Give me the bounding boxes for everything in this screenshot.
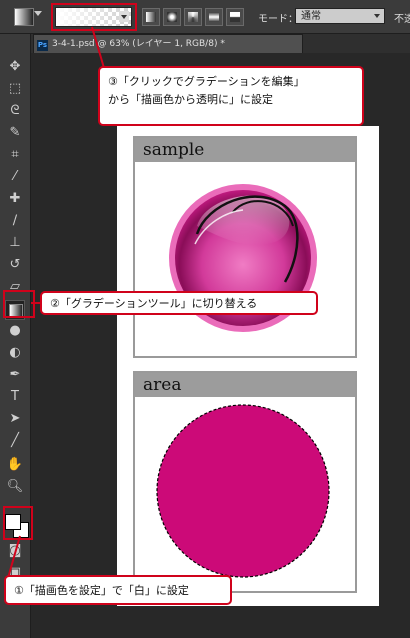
hand-tool-icon[interactable]: ✋	[6, 456, 24, 474]
area-title: area	[135, 373, 355, 397]
mode-select-value: 通常	[301, 11, 321, 22]
reflected-gradient-button[interactable]	[205, 8, 223, 26]
callout-step-3-line1: ③「クリックでグラデーションを編集」	[108, 75, 305, 88]
pen-tool-icon[interactable]: ✒	[6, 366, 24, 384]
foreground-swatch-highlight	[3, 506, 33, 540]
lasso-tool-icon[interactable]: ᘓ	[6, 102, 24, 120]
angle-gradient-icon	[188, 12, 198, 22]
path-selection-tool-icon[interactable]: ➤	[6, 410, 24, 428]
quick-mask-icon[interactable]: ◙	[6, 542, 24, 560]
gradient-picker-highlight	[51, 3, 137, 31]
line-tool-icon[interactable]: ╱	[6, 432, 24, 450]
reflected-gradient-icon	[209, 12, 219, 22]
document-tab[interactable]: Ps 3-4-1.psd @ 63% (レイヤー 1, RGB/8) *	[33, 34, 303, 53]
marquee-tool-icon[interactable]: ⬚	[6, 80, 24, 98]
sample-sphere-illustration	[169, 184, 317, 332]
tool-preset-picker[interactable]	[14, 8, 34, 26]
chevron-down-icon[interactable]	[34, 11, 42, 16]
document-tab-bar: Ps 3-4-1.psd @ 63% (レイヤー 1, RGB/8) *	[31, 34, 410, 53]
area-circle-illustration	[156, 404, 330, 578]
type-tool-icon[interactable]: T	[6, 388, 24, 406]
sample-title: sample	[135, 138, 355, 162]
linear-gradient-icon	[146, 12, 156, 22]
callout-step-3: ③「クリックでグラデーションを編集」 から「描画色から透明に」に設定	[98, 66, 364, 126]
callout-step-2: ②「グラデーションツール」に切り替える	[40, 291, 318, 315]
quick-selection-tool-icon[interactable]: ✎	[6, 124, 24, 142]
move-tool-icon[interactable]: ✥	[6, 58, 24, 76]
blur-tool-icon[interactable]: ●	[6, 322, 24, 340]
selection-circle-fill	[157, 405, 329, 577]
radial-gradient-button[interactable]	[163, 8, 181, 26]
chevron-down-icon	[374, 14, 380, 18]
document-tab-title: 3-4-1.psd @ 63% (レイヤー 1, RGB/8) *	[52, 39, 225, 49]
linear-gradient-button[interactable]	[142, 8, 160, 26]
opacity-label: 不透	[394, 14, 410, 25]
gradient-tool-highlight	[3, 290, 35, 318]
healing-brush-tool-icon[interactable]: ✚	[6, 190, 24, 208]
tools-panel: ✥ ⬚ ᘓ ✎ ⌗ ⁄ ✚ ∕ ⊥ ↺ ▱ ● ◐ ✒ T ➤ ╱ ✋ 🔍︎ ◙…	[0, 34, 31, 638]
diamond-gradient-button[interactable]	[226, 8, 244, 26]
dodge-tool-icon[interactable]: ◐	[6, 344, 24, 362]
mode-label: モード：	[258, 14, 298, 25]
sample-panel: sample	[133, 136, 357, 358]
callout-step-1: ①「描画色を設定」で「白」に設定	[4, 575, 232, 605]
diamond-gradient-icon	[230, 12, 240, 22]
radial-gradient-icon	[167, 12, 177, 22]
eyedropper-tool-icon[interactable]: ⁄	[6, 168, 24, 186]
history-brush-tool-icon[interactable]: ↺	[6, 256, 24, 274]
callout-step-3-line2: から「描画色から透明に」に設定	[108, 93, 273, 106]
zoom-tool-icon[interactable]: 🔍︎	[6, 478, 24, 496]
area-panel: area	[133, 371, 357, 593]
crop-tool-icon[interactable]: ⌗	[6, 146, 24, 164]
photoshop-file-icon: Ps	[37, 40, 48, 51]
mode-select[interactable]: 通常	[295, 8, 385, 24]
angle-gradient-button[interactable]	[184, 8, 202, 26]
brush-tool-icon[interactable]: ∕	[6, 212, 24, 230]
clone-stamp-tool-icon[interactable]: ⊥	[6, 234, 24, 252]
